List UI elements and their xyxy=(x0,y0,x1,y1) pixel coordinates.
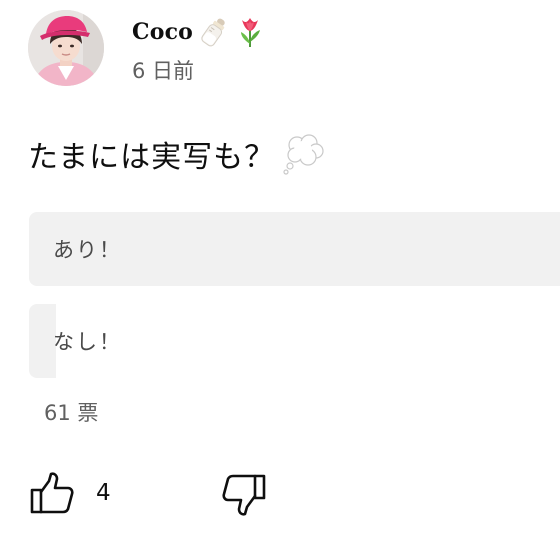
poll-option-2-label: なし！ xyxy=(53,330,122,354)
poll-option-1[interactable]: あり！ xyxy=(29,212,560,286)
thought-balloon-icon xyxy=(281,131,327,177)
post-text: たまには実写も？ xyxy=(28,132,327,176)
poll-option-1-label: あり！ xyxy=(53,238,122,262)
action-bar: 4 xyxy=(0,470,560,520)
like-button[interactable] xyxy=(28,470,76,518)
author-row: Coco xyxy=(132,12,265,52)
baby-bottle-icon xyxy=(199,16,229,48)
post-timestamp[interactable]: 6 日前 xyxy=(132,55,194,85)
like-count: 4 xyxy=(96,480,111,506)
poll-option-2-bar xyxy=(29,304,56,378)
thumbs-up-icon xyxy=(30,472,74,514)
thumbs-down-icon xyxy=(222,474,266,516)
author-name[interactable]: Coco xyxy=(132,19,193,45)
vote-count: 61 票 xyxy=(44,401,99,425)
tulip-icon xyxy=(235,16,265,48)
author-avatar[interactable] xyxy=(28,10,104,86)
poll-option-2[interactable]: なし！ xyxy=(29,304,560,378)
dislike-button[interactable] xyxy=(220,470,268,518)
post-body: たまには実写も？ xyxy=(28,140,276,175)
